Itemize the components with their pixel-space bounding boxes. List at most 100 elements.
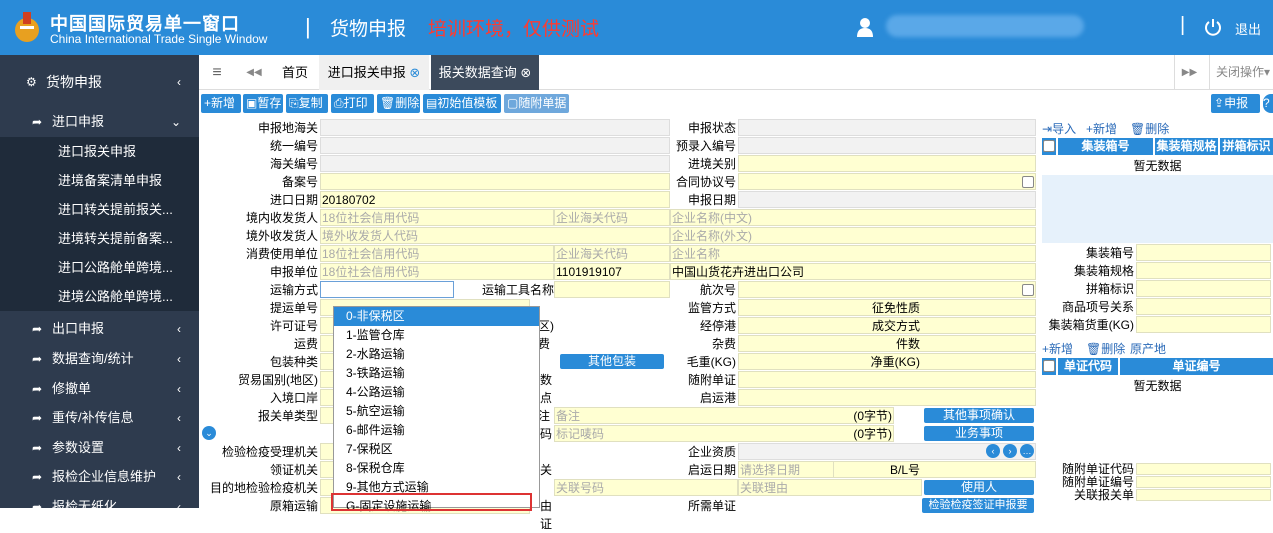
power-icon[interactable] (1203, 17, 1223, 37)
sidebar-item-query[interactable]: ➦ 数据查询/统计 ‹ (0, 344, 199, 374)
field-input[interactable] (738, 155, 1036, 172)
declare-button[interactable]: ⇪申报 (1211, 94, 1260, 113)
sidebar-item-enterprise[interactable]: ➦ 报检企业信息维护 ‹ (0, 462, 199, 492)
field-input[interactable] (738, 281, 1036, 298)
copy-button[interactable]: ⎘复制 (286, 94, 328, 113)
voyage-checkbox[interactable] (1022, 284, 1034, 296)
company-name-input[interactable]: 中国山货花卉进出口公司 (670, 263, 1036, 280)
other-confirm-button[interactable]: 其他事项确认 (924, 408, 1034, 423)
field-input[interactable] (738, 191, 1036, 208)
tab-scroll-right-icon[interactable]: ▶▶ (1174, 55, 1204, 90)
field-input[interactable] (738, 371, 1036, 388)
insp-cert-button[interactable]: 检验检疫签证申报要 (922, 498, 1034, 513)
print-button[interactable]: ⎙打印 (331, 94, 374, 113)
date-input[interactable]: 请选择日期 (738, 461, 834, 478)
sidebar-item-resend[interactable]: ➦ 重传/补传信息 ‹ (0, 403, 199, 433)
tab-query[interactable]: 报关数据查询 ⊗ (431, 55, 539, 90)
dropdown-option[interactable]: 3-铁路运输 (334, 364, 539, 383)
user-button[interactable]: 使用人 (924, 480, 1034, 495)
close-operations-menu[interactable]: 关闭操作▾ (1209, 55, 1273, 90)
transport-mode-dropdown[interactable]: 0-非保税区 1-监管仓库 2-水路运输 3-铁路运输 4-公路运输 5-航空运输 6-邮件… (333, 306, 540, 513)
sidebar-sub-transfer-decl[interactable]: 进口转关提前报关... (0, 195, 199, 224)
dropdown-option[interactable]: 7-保税区 (334, 440, 539, 459)
origin-button[interactable]: 原产地 (1130, 341, 1166, 357)
sidebar-item-export[interactable]: ➦ 出口申报 ‹ (0, 314, 199, 344)
dropdown-option[interactable]: 5-航空运输 (334, 402, 539, 421)
delete-container-button[interactable]: 🗑删除 (1130, 121, 1169, 137)
dropdown-option[interactable]: 2-水路运输 (334, 345, 539, 364)
other-pack-button[interactable]: 其他包装 (560, 354, 664, 369)
more-icon[interactable]: … (1020, 444, 1034, 458)
close-icon[interactable]: ⊗ (409, 65, 420, 80)
sidebar-sub-transfer-record[interactable]: 进境转关提前备案... (0, 224, 199, 253)
close-icon[interactable]: ⊗ (520, 65, 531, 80)
business-button[interactable]: 业务事项 (924, 426, 1034, 441)
add-doc-button[interactable]: +新增 (1042, 341, 1073, 357)
transport-mode-input[interactable] (320, 281, 454, 298)
transport-tool-input[interactable] (554, 281, 670, 298)
logout-link[interactable]: 退出 (1235, 19, 1261, 38)
menu-toggle-icon[interactable]: ≡ (199, 55, 235, 90)
tab-import-decl[interactable]: 进口报关申报 ⊗ (319, 55, 429, 90)
sidebar-sub-import-decl[interactable]: 进口报关申报 (0, 137, 199, 166)
add-button[interactable]: +新增 (201, 94, 241, 113)
import-container-button[interactable]: ⇥导入 (1042, 121, 1076, 137)
expand-icon[interactable]: ⌄ (202, 426, 216, 440)
contract-checkbox[interactable] (1022, 176, 1034, 188)
credit-code-input[interactable]: 18位社会信用代码 (320, 209, 554, 226)
field-input[interactable] (320, 173, 670, 190)
user-icon[interactable] (856, 17, 874, 37)
field-input[interactable] (1136, 463, 1271, 475)
company-name-input[interactable]: 企业名称 (670, 245, 1036, 262)
dropdown-option[interactable]: 1-监管仓库 (334, 326, 539, 345)
credit-code-input[interactable]: 18位社会信用代码 (320, 245, 554, 262)
sidebar-item-params[interactable]: ➦ 参数设置 ‹ (0, 433, 199, 463)
sidebar-sub-road-manifest[interactable]: 进口公路舱单跨境... (0, 253, 199, 282)
sidebar-sub-road-manifest-2[interactable]: 进境公路舱单跨境... (0, 282, 199, 311)
customs-code-input[interactable]: 1101919107 (554, 263, 670, 280)
field-input[interactable] (1136, 244, 1271, 261)
field-input[interactable] (1136, 262, 1271, 279)
field-input[interactable]: 20180702 (320, 191, 670, 208)
dropdown-option[interactable]: 0-非保税区 (334, 307, 539, 326)
attached-docs-button[interactable]: ▢随附单据 (504, 94, 569, 113)
customs-code-input[interactable]: 企业海关代码 (554, 209, 670, 226)
select-all-checkbox[interactable] (1043, 360, 1055, 372)
field-input[interactable] (738, 173, 1036, 190)
save-draft-button[interactable]: ▣暂存 (243, 94, 283, 113)
delete-button[interactable]: 🗑删除 (377, 94, 420, 113)
tab-scroll-left-icon[interactable]: ◀◀ (239, 55, 269, 90)
prev-icon[interactable]: ‹ (986, 444, 1000, 458)
template-button[interactable]: ▤初始值模板 (423, 94, 501, 113)
add-container-button[interactable]: +新增 (1086, 121, 1117, 137)
select-all-checkbox[interactable] (1043, 140, 1055, 152)
field-input[interactable] (1136, 280, 1271, 297)
tab-home[interactable]: 首页 (271, 55, 319, 90)
customs-code-input[interactable]: 企业海关代码 (554, 245, 670, 262)
company-name-input[interactable]: 企业名称(中文) (670, 209, 1036, 226)
overseas-name-input[interactable]: 企业名称(外文) (670, 227, 1036, 244)
dropdown-option[interactable]: 8-保税仓库 (334, 459, 539, 478)
credit-code-input[interactable]: 18位社会信用代码 (320, 263, 554, 280)
dropdown-option[interactable]: 6-邮件运输 (334, 421, 539, 440)
sidebar-item-paperless[interactable]: ➦ 报检无纸化 ‹ (0, 492, 199, 522)
help-icon[interactable]: ? (1263, 94, 1273, 113)
field-input[interactable] (320, 155, 670, 172)
next-icon[interactable]: › (1003, 444, 1017, 458)
sidebar-item-revoke[interactable]: ➦ 修撤单 ‹ (0, 374, 199, 404)
rel-reason-input[interactable]: 关联理由 (738, 479, 922, 496)
field-input[interactable] (1136, 298, 1271, 315)
rel-no-input[interactable]: 关联号码 (554, 479, 738, 496)
field-input[interactable] (738, 137, 1036, 154)
sidebar-top-goods[interactable]: ⚙ 货物申报 ‹ (0, 67, 199, 97)
overseas-code-input[interactable]: 境外收发货人代码 (320, 227, 670, 244)
field-input[interactable] (1136, 489, 1271, 501)
sidebar-item-import[interactable]: ➦ 进口申报 ⌄ (0, 107, 199, 137)
field-input[interactable] (738, 389, 1036, 406)
field-input[interactable] (1136, 476, 1271, 488)
sidebar-sub-entry-record[interactable]: 进境备案清单申报 (0, 166, 199, 195)
field-input[interactable] (738, 119, 1036, 136)
field-input[interactable] (320, 119, 670, 136)
field-input[interactable] (320, 137, 670, 154)
field-input[interactable] (1136, 316, 1271, 333)
